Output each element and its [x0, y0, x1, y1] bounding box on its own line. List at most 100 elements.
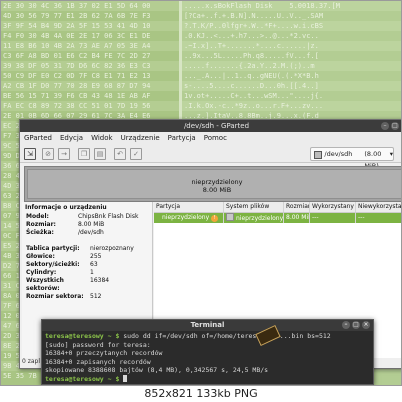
graph-size: 8.00 MiB	[202, 186, 232, 194]
path-value: /dev/sdh	[78, 229, 104, 236]
path-key: Ścieżka:	[26, 229, 54, 236]
table-row[interactable]: nieprzydzielony! nieprzydzielony 8.00 Mi…	[154, 213, 401, 223]
hex-ascii-row: .....x.sBokFlash Disk 5.0018.37.[M	[182, 1, 401, 11]
gparted-titlebar[interactable]: /dev/sdh - GParted – □ ×	[20, 120, 401, 132]
hex-bytes-row: 39 38 DF 05 31 7D D6 6C 82 36 E3 C3	[1, 61, 179, 71]
hex-ascii-row: s-....5....c......D...0h.[[.4..]	[182, 81, 401, 91]
hex-ascii-row: 1v.ot+.....C+..t...wSM..."....j{.	[184, 92, 324, 100]
total-sectors-value: 16384	[90, 277, 110, 284]
model-key: Model:	[26, 213, 49, 220]
hex-ascii-row: ?.T.K/P..0lfgr+.W..*F+....w.i.cBS	[182, 21, 401, 31]
terminal-window[interactable]: Terminal – □ × teresa@teresowy ~ $ sudo …	[41, 319, 374, 385]
size-value: 8.00 MiB	[78, 221, 105, 228]
terminal-command: sudo dd if=/dev/sdh of=/home/teresa/p...…	[119, 332, 331, 340]
device-size: (8.00 MiB)	[364, 150, 382, 170]
partition-graph[interactable]: nieprzydzielony 8.00 MiB	[24, 166, 401, 202]
hex-bytes-row: F4 F0 30 4B 4A 0E 2E 17 06 3C E1 DE	[3, 32, 151, 40]
paste-icon[interactable]: ▤	[94, 148, 106, 160]
terminal-minimize-button[interactable]: –	[342, 321, 350, 329]
image-caption: 852x821 133kb PNG	[144, 387, 258, 400]
delete-icon[interactable]: ⊘	[42, 148, 54, 160]
hex-bytes-row: 4D 30 56 79 77 E1 2B 62 7A 6B 7E F3	[3, 12, 151, 20]
col-size[interactable]: Rozmiar	[284, 202, 310, 212]
undo-icon[interactable]: ↶	[114, 148, 126, 160]
filesystem-color-icon	[226, 213, 234, 221]
terminal-output[interactable]: teresa@teresowy ~ $ sudo dd if=/dev/sdh …	[42, 331, 373, 384]
row-size: 8.00 MiB	[286, 213, 310, 223]
device-label: /dev/sdh	[324, 150, 353, 158]
hex-ascii-row: [?Ca+..f.+.B.N].N.....U..V.._.SAM	[184, 12, 324, 20]
terminal-line-5: skopiowane 8388608 bajtów (8,4 MB), 0,34…	[45, 366, 269, 374]
unallocated-block[interactable]: nieprzydzielony 8.00 MiB	[27, 169, 401, 199]
hex-ascii-row: .~I.x]..T+.......*....c......|z.	[182, 41, 401, 51]
hex-bytes-row: A2 CB 1F D0 77 70 28 E9 68 87 D7 94	[1, 81, 179, 91]
hex-ascii-row: .I.k.Ox.-c..*9z..o...r.F+...zv...	[182, 101, 401, 111]
pending-operations-status: 0 zapl	[22, 358, 41, 365]
hex-ascii-row: .....f.......{.2a.Y..2.M.(;)..m	[182, 61, 401, 71]
hex-ascii-row: .0.KJ..<...+.h7...>..@...*2.vc..	[184, 32, 319, 40]
row-partition: nieprzydzielony	[162, 214, 210, 221]
hex-bytes-row: 3F 9F 54 B4 9D 2A 5F 15 53 41 4D 10	[1, 21, 179, 31]
copy-icon[interactable]: ❐	[78, 148, 90, 160]
table-value: nierozpoznany	[90, 245, 134, 252]
table-key: Tablica partycji:	[26, 245, 80, 252]
device-info-header: Informacje o urządzeniu	[25, 204, 107, 211]
maximize-button[interactable]: □	[391, 122, 399, 130]
sectors-key: Sektory/ścieżki:	[26, 261, 80, 268]
warning-icon: !	[211, 215, 219, 222]
col-partition[interactable]: Partycja	[154, 202, 224, 212]
hex-bytes-row: C3 6F A8 BD 01 E6 C2 B4 FE 7C 2D 27	[3, 52, 151, 60]
sector-size-key: Rozmiar sektora:	[26, 293, 84, 300]
row-unused: ---	[356, 213, 401, 223]
hex-bytes-row: FA EC C8 89 72 38 CC 51 01 7D 19 56	[1, 101, 179, 111]
heads-key: Głowice:	[26, 253, 55, 260]
cylinders-key: Cylindry:	[26, 269, 57, 276]
terminal-close-button[interactable]: ×	[362, 321, 370, 329]
sector-size-value: 512	[90, 293, 102, 300]
disk-icon	[314, 151, 323, 159]
hex-bytes-row: 11 E8 B6 10 4B 2A 73 AE A7 05 3E A4	[1, 41, 179, 51]
minimize-button[interactable]: –	[381, 122, 389, 130]
size-key: Rozmiar:	[26, 221, 56, 228]
hex-bytes-row: 50 C9 DF E0 C2 0D 7F C8 E1 71 E2 13	[3, 72, 151, 80]
terminal-titlebar[interactable]: Terminal – □ ×	[42, 320, 373, 331]
menu-partycja[interactable]: Partycja	[168, 132, 196, 145]
terminal-prompt: teresa@teresowy ~ $	[45, 332, 120, 340]
terminal-title: Terminal	[190, 321, 225, 329]
new-partition-icon[interactable]: ⇲	[24, 148, 36, 160]
model-value: ChipsBnk Flash Disk	[78, 213, 139, 220]
row-filesystem: nieprzydzielony	[236, 215, 284, 222]
menu-pomoc[interactable]: Pomoc	[204, 132, 227, 145]
chevron-down-icon: ▾	[389, 150, 393, 158]
terminal-cursor	[123, 374, 128, 382]
total-sectors-key: Wszystkich sektorów:	[26, 277, 64, 292]
terminal-line-2: [sudo] password for teresa:	[45, 340, 151, 349]
menu-edycja[interactable]: Edycja	[60, 132, 83, 145]
col-unused[interactable]: Niewykorzystany	[356, 202, 401, 212]
screenshot-frame: 2E 30 30 4C 36 1B 37 02 E1 5D 64 00 4D 30…	[0, 0, 402, 386]
table-header: Partycja System plików Rozmiar Wykorzyst…	[154, 202, 401, 213]
col-used[interactable]: Wykorzystany	[310, 202, 356, 212]
menu-urzadzenie[interactable]: Urządzenie	[121, 132, 160, 145]
cylinders-value: 1	[90, 269, 94, 276]
terminal-maximize-button[interactable]: □	[352, 321, 360, 329]
graph-label: nieprzydzielony	[191, 178, 243, 186]
terminal-prompt-2: teresa@teresowy ~ $	[45, 374, 120, 383]
sectors-value: 63	[90, 261, 98, 268]
terminal-line-3: 16384+0 przeczytanych recordów	[45, 349, 163, 357]
terminal-line-4: 16384+0 zapisanych recordów	[45, 357, 151, 366]
row-used: ---	[310, 213, 356, 223]
apply-icon[interactable]: ✓	[130, 148, 142, 160]
hex-bytes-row: 2E 30 30 4C 36 1B 37 02 E1 5D 64 00	[1, 1, 179, 11]
resize-move-icon[interactable]: →	[58, 148, 70, 160]
gparted-title: /dev/sdh - GParted	[183, 122, 250, 130]
hex-ascii-row: ..._.A...|..1..q..gNEU(.(.*X*B.h	[184, 72, 319, 80]
menu-gparted[interactable]: GParted	[24, 132, 52, 145]
device-selector[interactable]: /dev/sdh (8.00 MiB) ▾	[310, 147, 394, 170]
hex-bytes-row: BE 56 15 71 39 F6 CB 43 48 1E AB AF	[3, 92, 151, 100]
hex-ascii-row: ..9x...5L.....Ph.q8.....fV...f.[	[184, 52, 319, 60]
menu-widok[interactable]: Widok	[91, 132, 113, 145]
gparted-menubar: GParted Edycja Widok Urządzenie Partycja…	[20, 132, 401, 145]
gparted-toolbar: ⇲ ⊘ → ❐ ▤ ↶ ✓ /dev/sdh (8.00 MiB) ▾	[20, 145, 401, 170]
col-filesystem[interactable]: System plików	[224, 202, 284, 212]
